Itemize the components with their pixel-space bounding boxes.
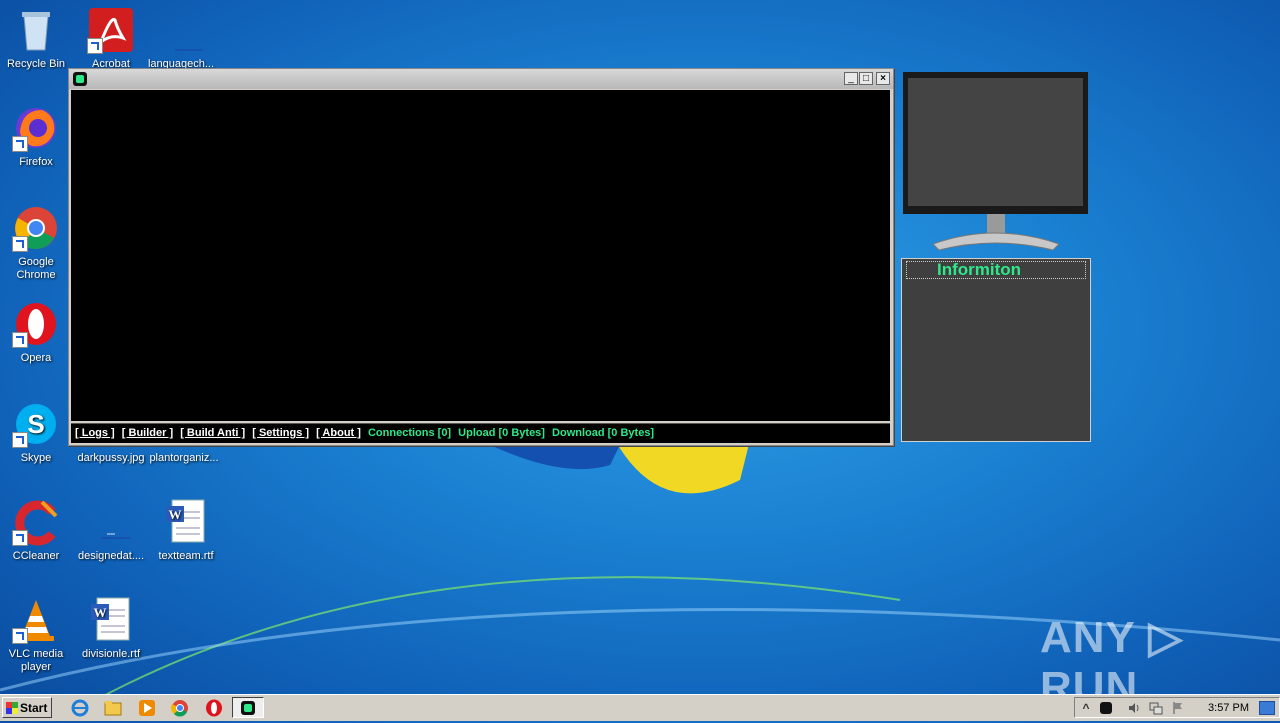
windows-logo-icon (6, 702, 18, 714)
start-label: Start (20, 701, 48, 715)
download-status: Download [0 Bytes] (552, 427, 655, 439)
window-titlebar[interactable]: _ □ × (69, 69, 893, 89)
firefox-icon (12, 104, 60, 152)
minimize-button[interactable]: _ (844, 72, 858, 85)
monitor-image (903, 72, 1088, 251)
svg-text:W: W (94, 605, 107, 620)
svg-text:W: W (169, 507, 182, 522)
file-icon (87, 498, 135, 546)
desktop-icon-acrobat[interactable]: Acrobat (75, 6, 147, 71)
desktop-icon-label: VLC media player (8, 648, 64, 673)
app-icon (241, 701, 255, 715)
shortcut-arrow-icon (12, 530, 28, 546)
app-icon (73, 72, 87, 86)
start-button[interactable]: Start (2, 697, 52, 718)
recycle-bin-icon (12, 6, 60, 54)
desktop-icon-recycle-bin[interactable]: Recycle Bin (0, 6, 72, 71)
taskbar: Start ^ 3:57 PM (0, 694, 1280, 721)
app-window: _ □ × [ Logs ] [ Builder ] [ Build Anti … (68, 68, 894, 446)
desktop-icon-ccleaner[interactable]: CCleaner (0, 498, 72, 563)
skype-icon: S (12, 400, 60, 448)
vlc-icon (12, 596, 60, 644)
chrome-icon (12, 204, 60, 252)
ie-icon[interactable] (70, 698, 90, 718)
word-document-icon: W (162, 498, 210, 546)
file-icon (157, 6, 205, 54)
tray-expand-arrow[interactable]: ^ (1079, 701, 1093, 715)
desktop-icon-google-chrome[interactable]: Google Chrome (0, 204, 72, 282)
show-desktop-button[interactable] (1259, 701, 1275, 715)
status-bar: [ Logs ] [ Builder ] [ Build Anti ] [ Se… (71, 423, 890, 443)
explorer-icon[interactable] (103, 698, 123, 718)
desktop-icon-label: Google Chrome (16, 256, 56, 281)
info-panel-title: Informiton (906, 261, 1086, 279)
shortcut-arrow-icon (12, 432, 28, 448)
menu-build-anti[interactable]: [ Build Anti ] (180, 427, 245, 439)
desktop-icon-textteam[interactable]: W textteam.rtf (150, 498, 222, 563)
shortcut-arrow-icon (12, 236, 28, 252)
network-icon[interactable] (1149, 701, 1163, 715)
desktop-icon-languagech[interactable]: languagech... (145, 6, 217, 71)
shortcut-arrow-icon (12, 136, 28, 152)
desktop-icon-label: Skype (20, 452, 52, 464)
system-tray: ^ 3:57 PM (1074, 697, 1280, 718)
desktop-icon-label: Opera (20, 352, 52, 364)
desktop-icon-skype[interactable]: S Skype (0, 400, 72, 465)
action-center-flag-icon[interactable] (1171, 701, 1185, 715)
opera-icon (12, 300, 60, 348)
ccleaner-icon (12, 498, 60, 546)
menu-logs[interactable]: [ Logs ] (75, 427, 115, 439)
console-area (71, 90, 890, 421)
shortcut-arrow-icon (12, 628, 28, 644)
info-panel: Informiton (901, 258, 1091, 442)
desktop-icon-label: plantorganiz... (149, 452, 219, 464)
desktop-icon-label: designedat.... (77, 550, 145, 562)
menu-about[interactable]: [ About ] (316, 427, 361, 439)
opera-icon[interactable] (204, 698, 224, 718)
desktop-icon-label: textteam.rtf (158, 550, 214, 562)
desktop-icon-firefox[interactable]: Firefox (0, 104, 72, 169)
desktop-icon-divisionle[interactable]: W divisionle.rtf (75, 596, 147, 661)
taskbar-app-button[interactable] (232, 697, 264, 718)
media-player-icon[interactable] (137, 698, 157, 718)
svg-text:S: S (27, 409, 44, 439)
desktop-icon-label: darkpussy.jpg (77, 452, 145, 464)
upload-status: Upload [0 Bytes] (458, 427, 545, 439)
shortcut-arrow-icon (12, 332, 28, 348)
volume-icon[interactable] (1127, 701, 1141, 715)
desktop-icon-label: CCleaner (12, 550, 60, 562)
clock[interactable]: 3:57 PM (1208, 702, 1249, 714)
shortcut-arrow-icon (87, 38, 103, 54)
close-button[interactable]: × (876, 72, 890, 85)
menu-builder[interactable]: [ Builder ] (122, 427, 173, 439)
desktop-icon-label: divisionle.rtf (81, 648, 141, 660)
word-document-icon: W (87, 596, 135, 644)
acrobat-icon (87, 6, 135, 54)
app-tray-icon[interactable] (1099, 701, 1113, 715)
chrome-icon[interactable] (170, 698, 190, 718)
desktop-icon-designedat[interactable]: designedat.... (75, 498, 147, 563)
menu-settings[interactable]: [ Settings ] (252, 427, 309, 439)
desktop-icon-vlc[interactable]: VLC media player (0, 596, 72, 674)
connections-status: Connections [0] (367, 427, 452, 439)
desktop-icon-opera[interactable]: Opera (0, 300, 72, 365)
maximize-button[interactable]: □ (859, 72, 873, 85)
desktop-icon-label: Recycle Bin (6, 58, 66, 70)
desktop-icon-label: Firefox (19, 156, 53, 168)
